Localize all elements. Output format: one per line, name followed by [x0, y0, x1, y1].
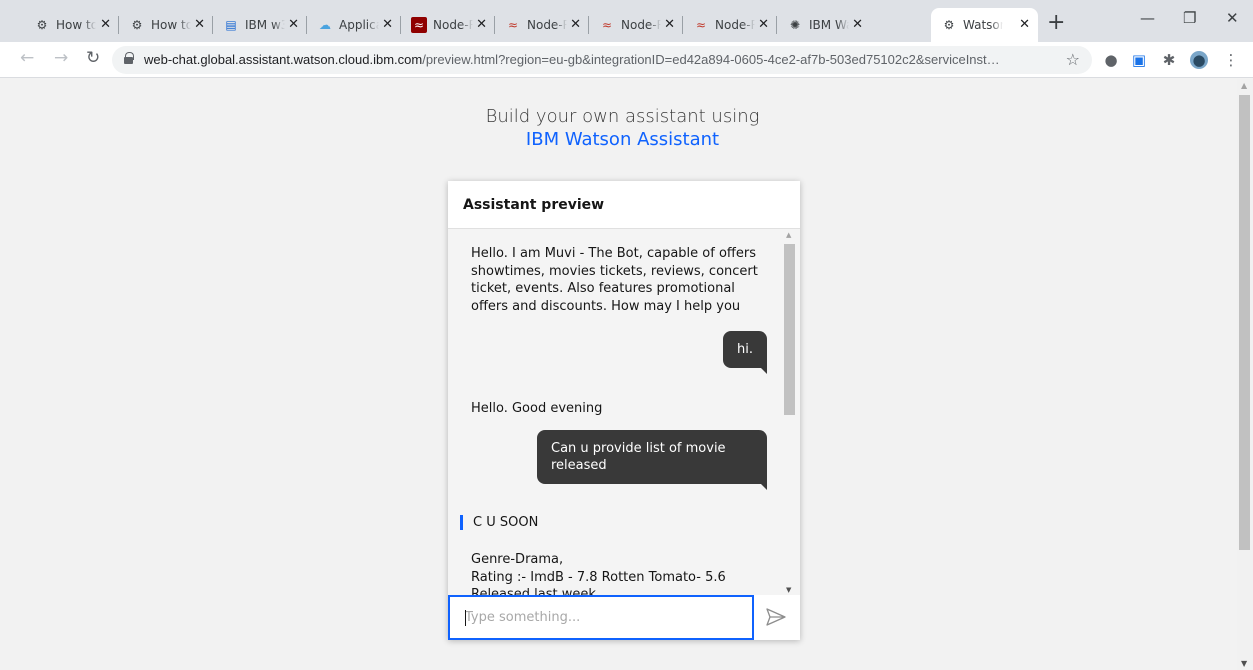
browser-tab[interactable]: ☁ Applica ✕: [307, 8, 401, 42]
new-tab-button[interactable]: +: [1047, 10, 1065, 35]
extensions-puzzle-icon[interactable]: ✱: [1160, 51, 1178, 69]
close-window-icon[interactable]: ✕: [1226, 9, 1239, 27]
browser-tab-strip: ⚙ How to ✕ ⚙ How to ✕ ▤ IBM w3 ✕ ☁ Appli…: [0, 0, 1253, 42]
user-message: Can u provide list of movie released: [537, 430, 767, 490]
chat-message-input[interactable]: Type something...: [448, 595, 754, 640]
url-path: /preview.html?region=eu-gb&integrationID…: [422, 52, 1000, 67]
scroll-down-arrow-icon[interactable]: ▼: [786, 586, 791, 594]
close-tab-icon[interactable]: ✕: [194, 17, 205, 32]
close-tab-icon[interactable]: ✕: [758, 17, 769, 32]
browser-tab[interactable]: ▤ IBM w3 ✕: [213, 8, 307, 42]
screen-share-icon[interactable]: ▣: [1130, 51, 1148, 69]
node-red-icon: ≈: [507, 18, 519, 32]
send-icon[interactable]: [766, 608, 786, 626]
browser-tab[interactable]: ≈ Node-R ✕: [683, 8, 777, 42]
profile-avatar[interactable]: ●: [1190, 51, 1208, 69]
node-red-icon: ⚙: [131, 18, 143, 32]
browser-toolbar: ← → ↻ web-chat.global.assistant.watson.c…: [0, 42, 1253, 78]
tab-title: Node-R: [715, 18, 755, 32]
reload-icon[interactable]: ↻: [86, 48, 100, 68]
extension-icon[interactable]: ●: [1102, 51, 1120, 69]
node-red-icon: ⚙: [943, 18, 955, 32]
bot-message: Hello. Good evening: [471, 401, 603, 416]
watson-icon: ✺: [789, 18, 801, 32]
scroll-up-arrow-icon[interactable]: ▲: [1241, 81, 1247, 90]
tab-title: Node-R: [433, 18, 473, 32]
tab-title: How to: [151, 18, 191, 32]
message-list[interactable]: Hello. I am Muvi - The Bot, capable of o…: [448, 230, 800, 595]
chat-header-title: Assistant preview: [448, 181, 800, 229]
close-tab-icon[interactable]: ✕: [664, 17, 675, 32]
node-red-icon: ⚙: [36, 18, 48, 32]
option-detail-line: Genre-Drama,: [471, 552, 564, 567]
url-text[interactable]: web-chat.global.assistant.watson.cloud.i…: [144, 52, 1044, 67]
close-tab-icon[interactable]: ✕: [288, 17, 299, 32]
close-tab-icon[interactable]: ✕: [476, 17, 487, 32]
address-bar[interactable]: web-chat.global.assistant.watson.cloud.i…: [112, 46, 1092, 74]
restore-icon[interactable]: ❐: [1183, 9, 1196, 27]
lock-icon: [124, 52, 134, 64]
option-title: C U SOON: [460, 515, 538, 530]
chat-scrollbar[interactable]: ▲ ▼: [783, 230, 797, 595]
chat-panel: Assistant preview Hello. I am Muvi - The…: [448, 181, 800, 640]
chat-scrollbar-thumb[interactable]: [784, 244, 795, 415]
browser-tab-active[interactable]: ⚙ Watson ✕: [931, 8, 1038, 42]
close-tab-icon[interactable]: ✕: [852, 17, 863, 32]
option-details: Genre-Drama, Rating :- ImdB - 7.8 Rotten…: [471, 551, 771, 595]
node-red-icon: ≈: [601, 18, 613, 32]
heading-text: Build your own assistant using: [485, 106, 760, 127]
forward-arrow-icon[interactable]: →: [54, 48, 68, 68]
bookmark-star-icon[interactable]: ☆: [1066, 50, 1080, 69]
user-message: hi.: [723, 331, 767, 374]
tab-title: Applica: [339, 18, 379, 32]
back-arrow-icon[interactable]: ←: [20, 48, 34, 68]
url-host: web-chat.global.assistant.watson.cloud.i…: [144, 52, 423, 67]
option-detail-line: Released last week: [471, 587, 596, 595]
bot-message: Hello. I am Muvi - The Bot, capable of o…: [471, 246, 758, 314]
page-scrollbar[interactable]: ▲ ▼: [1237, 79, 1253, 670]
close-tab-icon[interactable]: ✕: [570, 17, 581, 32]
chat-input-bar: Type something...: [448, 595, 800, 640]
page-heading: Build your own assistant using IBM Watso…: [0, 105, 1245, 151]
tab-title: Node-R: [621, 18, 661, 32]
cloud-icon: ☁: [319, 18, 331, 32]
minimize-icon[interactable]: —: [1140, 9, 1155, 27]
node-red-icon: ≈: [695, 18, 707, 32]
close-tab-icon[interactable]: ✕: [1019, 17, 1030, 32]
tab-title: Node-R: [527, 18, 567, 32]
option-detail-line: Rating :- ImdB - 7.8 Rotten Tomato- 5.6: [471, 569, 726, 585]
scrollbar-thumb[interactable]: [1239, 95, 1250, 550]
scroll-down-arrow-icon[interactable]: ▼: [1241, 659, 1247, 668]
node-red-icon: ≈: [411, 17, 427, 33]
tab-title: IBM Wa: [809, 18, 849, 32]
ibm-w3-icon: ▤: [225, 18, 237, 32]
browser-tab[interactable]: ✺ IBM Wa ✕: [777, 8, 931, 42]
tab-title: IBM w3: [245, 18, 285, 32]
browser-tab[interactable]: ≈ Node-R ✕: [589, 8, 683, 42]
tab-title: Watson: [963, 18, 1003, 32]
watson-assistant-link[interactable]: IBM Watson Assistant: [0, 128, 1245, 151]
browser-tab[interactable]: ⚙ How to ✕: [119, 8, 213, 42]
browser-tab[interactable]: ≈ Node-R ✕: [495, 8, 589, 42]
browser-tab[interactable]: ⚙ How to ✕: [24, 8, 119, 42]
tab-title: How to: [56, 18, 96, 32]
browser-tab[interactable]: ≈ Node-R ✕: [401, 8, 495, 42]
close-tab-icon[interactable]: ✕: [100, 17, 111, 32]
close-tab-icon[interactable]: ✕: [382, 17, 393, 32]
menu-kebab-icon[interactable]: ⋮: [1222, 51, 1240, 69]
scroll-up-arrow-icon[interactable]: ▲: [786, 231, 791, 239]
